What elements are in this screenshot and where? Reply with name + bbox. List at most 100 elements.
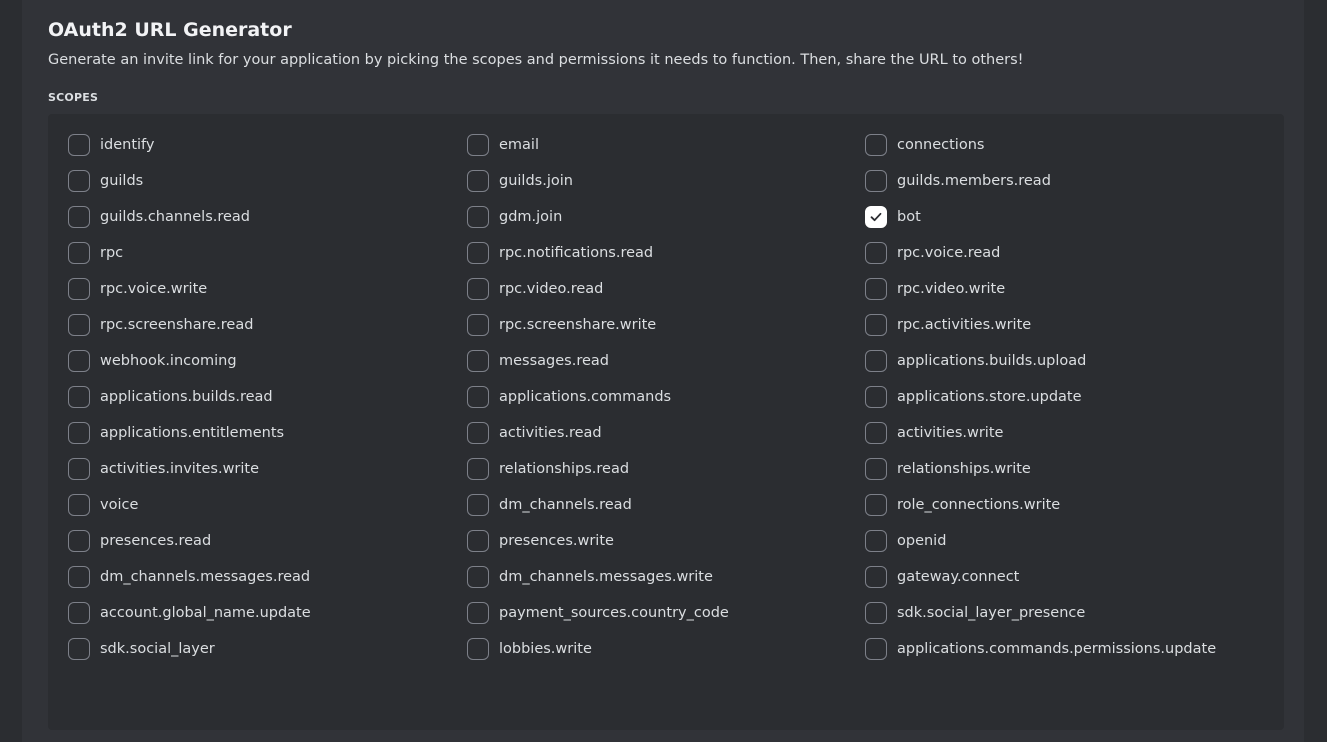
- scope-label: sdk.social_layer: [100, 641, 215, 657]
- scope-checkbox-connections[interactable]: connections: [865, 132, 984, 158]
- scope-checkbox-role-connections-write[interactable]: role_connections.write: [865, 492, 1060, 518]
- checkbox-icon[interactable]: [467, 350, 489, 372]
- scope-checkbox-relationships-write[interactable]: relationships.write: [865, 456, 1031, 482]
- scope-checkbox-presences-read[interactable]: presences.read: [68, 528, 211, 554]
- checkbox-icon[interactable]: [467, 566, 489, 588]
- checkbox-icon[interactable]: [68, 134, 90, 156]
- checkbox-icon[interactable]: [865, 134, 887, 156]
- scope-checkbox-rpc-voice-write[interactable]: rpc.voice.write: [68, 276, 207, 302]
- checkbox-icon[interactable]: [68, 278, 90, 300]
- checkbox-icon[interactable]: [68, 602, 90, 624]
- checkbox-icon[interactable]: [467, 638, 489, 660]
- scope-checkbox-rpc-screenshare-read[interactable]: rpc.screenshare.read: [68, 312, 253, 338]
- scope-checkbox-applications-builds-read[interactable]: applications.builds.read: [68, 384, 273, 410]
- checkbox-icon[interactable]: [467, 602, 489, 624]
- checkbox-icon[interactable]: [68, 350, 90, 372]
- page-description: Generate an invite link for your applica…: [48, 52, 1024, 68]
- scope-checkbox-sdk-social-layer-presence[interactable]: sdk.social_layer_presence: [865, 600, 1085, 626]
- checkbox-icon[interactable]: [865, 566, 887, 588]
- checkbox-icon[interactable]: [467, 170, 489, 192]
- checkbox-icon[interactable]: [865, 422, 887, 444]
- scope-checkbox-rpc-video-write[interactable]: rpc.video.write: [865, 276, 1005, 302]
- checkbox-icon[interactable]: [865, 458, 887, 480]
- checkbox-icon[interactable]: [68, 494, 90, 516]
- scope-checkbox-rpc-video-read[interactable]: rpc.video.read: [467, 276, 603, 302]
- scope-checkbox-applications-commands[interactable]: applications.commands: [467, 384, 671, 410]
- checkbox-icon[interactable]: [68, 566, 90, 588]
- checkbox-icon[interactable]: [68, 314, 90, 336]
- scope-checkbox-rpc[interactable]: rpc: [68, 240, 123, 266]
- checkbox-icon[interactable]: [467, 530, 489, 552]
- scope-checkbox-openid[interactable]: openid: [865, 528, 946, 554]
- scope-label: rpc.notifications.read: [499, 245, 654, 261]
- scope-checkbox-payment-sources-country-code[interactable]: payment_sources.country_code: [467, 600, 729, 626]
- scope-label: lobbies.write: [499, 641, 592, 657]
- checkbox-icon[interactable]: [68, 530, 90, 552]
- scope-checkbox-lobbies-write[interactable]: lobbies.write: [467, 636, 592, 662]
- checkbox-icon[interactable]: [467, 134, 489, 156]
- scope-label: guilds.join: [499, 173, 573, 189]
- checkbox-icon[interactable]: [68, 638, 90, 660]
- checkbox-icon[interactable]: [467, 386, 489, 408]
- scope-checkbox-gdm-join[interactable]: gdm.join: [467, 204, 562, 230]
- scope-checkbox-rpc-voice-read[interactable]: rpc.voice.read: [865, 240, 1000, 266]
- checkbox-icon[interactable]: [865, 350, 887, 372]
- checkbox-icon[interactable]: [467, 278, 489, 300]
- scope-checkbox-guilds[interactable]: guilds: [68, 168, 143, 194]
- scope-checkbox-applications-store-update[interactable]: applications.store.update: [865, 384, 1082, 410]
- checkbox-icon[interactable]: [68, 170, 90, 192]
- checkbox-icon[interactable]: [467, 458, 489, 480]
- checkbox-icon[interactable]: [865, 386, 887, 408]
- checkbox-icon[interactable]: [68, 242, 90, 264]
- scope-checkbox-email[interactable]: email: [467, 132, 539, 158]
- checkbox-icon[interactable]: [467, 242, 489, 264]
- scope-label: gdm.join: [499, 209, 563, 225]
- checkbox-icon[interactable]: [467, 422, 489, 444]
- checkbox-icon[interactable]: [865, 170, 887, 192]
- checkbox-icon[interactable]: [467, 494, 489, 516]
- checkbox-icon[interactable]: [865, 314, 887, 336]
- scope-label: relationships.read: [499, 461, 630, 477]
- checkbox-icon[interactable]: [865, 494, 887, 516]
- checkbox-icon[interactable]: [68, 386, 90, 408]
- scope-checkbox-rpc-activities-write[interactable]: rpc.activities.write: [865, 312, 1031, 338]
- scope-checkbox-dm-channels-messages-write[interactable]: dm_channels.messages.write: [467, 564, 713, 590]
- scope-label: account.global_name.update: [100, 605, 311, 621]
- scope-label: activities.write: [897, 425, 1004, 441]
- checkbox-icon[interactable]: [467, 314, 489, 336]
- scope-checkbox-guilds-members-read[interactable]: guilds.members.read: [865, 168, 1051, 194]
- scope-checkbox-account-global-name-update[interactable]: account.global_name.update: [68, 600, 311, 626]
- scope-checkbox-webhook-incoming[interactable]: webhook.incoming: [68, 348, 237, 374]
- scope-checkbox-gateway-connect[interactable]: gateway.connect: [865, 564, 1019, 590]
- scope-checkbox-voice[interactable]: voice: [68, 492, 138, 518]
- scope-checkbox-guilds-channels-read[interactable]: guilds.channels.read: [68, 204, 250, 230]
- checkbox-checked-icon[interactable]: [865, 206, 887, 228]
- scope-checkbox-rpc-notifications-read[interactable]: rpc.notifications.read: [467, 240, 653, 266]
- scope-checkbox-messages-read[interactable]: messages.read: [467, 348, 609, 374]
- scope-checkbox-applications-builds-upload[interactable]: applications.builds.upload: [865, 348, 1086, 374]
- scope-checkbox-activities-write[interactable]: activities.write: [865, 420, 1003, 446]
- scope-checkbox-presences-write[interactable]: presences.write: [467, 528, 614, 554]
- scope-checkbox-guilds-join[interactable]: guilds.join: [467, 168, 573, 194]
- checkbox-icon[interactable]: [68, 458, 90, 480]
- checkbox-icon[interactable]: [865, 242, 887, 264]
- checkbox-icon[interactable]: [865, 530, 887, 552]
- scope-checkbox-identify[interactable]: identify: [68, 132, 155, 158]
- scope-checkbox-activities-read[interactable]: activities.read: [467, 420, 602, 446]
- checkbox-icon[interactable]: [68, 206, 90, 228]
- scope-checkbox-applications-entitlements[interactable]: applications.entitlements: [68, 420, 284, 446]
- page-title: OAuth2 URL Generator: [48, 19, 292, 41]
- checkbox-icon[interactable]: [865, 602, 887, 624]
- scope-checkbox-sdk-social-layer[interactable]: sdk.social_layer: [68, 636, 215, 662]
- scope-checkbox-dm-channels-read[interactable]: dm_channels.read: [467, 492, 632, 518]
- scope-checkbox-rpc-screenshare-write[interactable]: rpc.screenshare.write: [467, 312, 656, 338]
- scope-checkbox-relationships-read[interactable]: relationships.read: [467, 456, 629, 482]
- checkbox-icon[interactable]: [865, 278, 887, 300]
- checkbox-icon[interactable]: [68, 422, 90, 444]
- scope-checkbox-applications-commands-permissions-update[interactable]: applications.commands.permissions.update: [865, 636, 1216, 662]
- scope-checkbox-activities-invites-write[interactable]: activities.invites.write: [68, 456, 259, 482]
- checkbox-icon[interactable]: [865, 638, 887, 660]
- scope-checkbox-dm-channels-messages-read[interactable]: dm_channels.messages.read: [68, 564, 310, 590]
- scope-checkbox-bot[interactable]: bot: [865, 204, 921, 230]
- checkbox-icon[interactable]: [467, 206, 489, 228]
